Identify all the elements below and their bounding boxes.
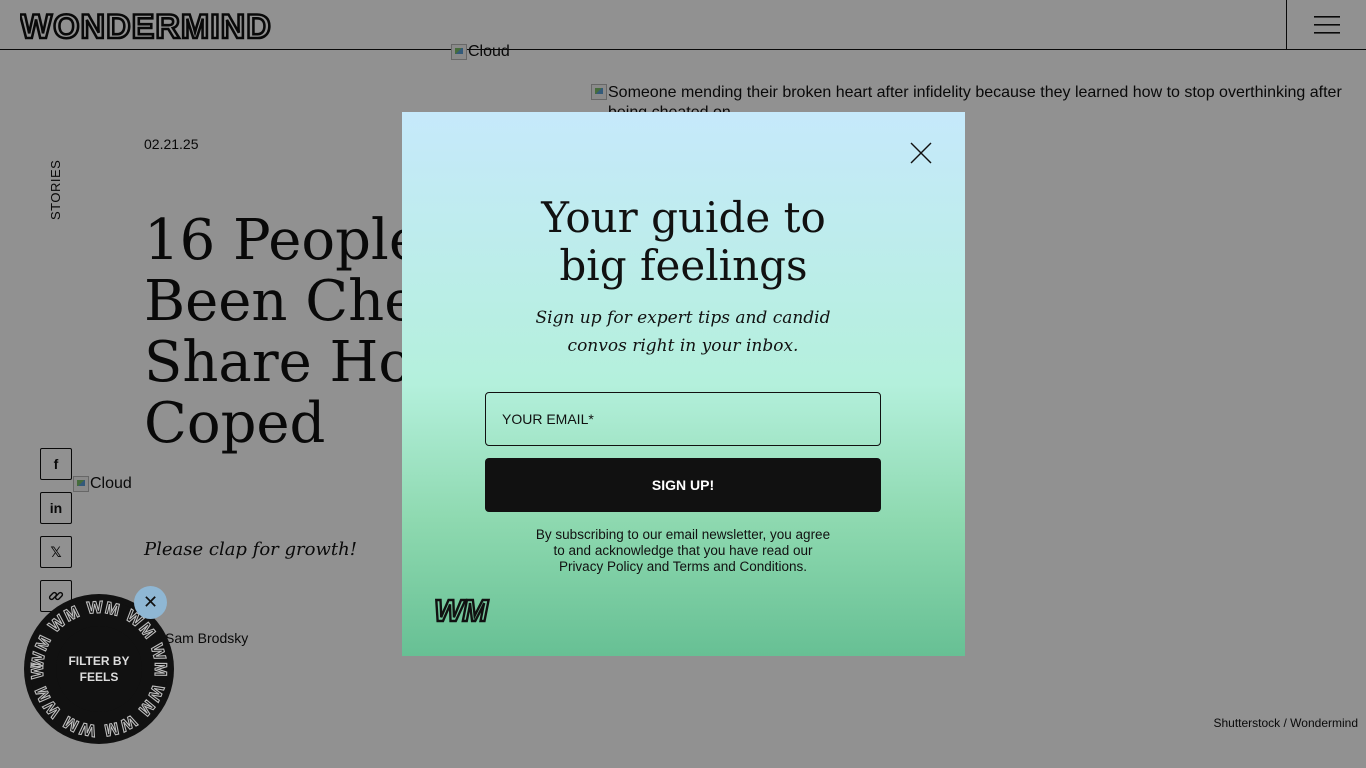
- legal-line: By subscribing to our email newsletter, …: [535, 527, 831, 542]
- modal-heading: Your guide to big feelings: [402, 194, 965, 290]
- filter-close-button[interactable]: ✕: [134, 586, 167, 619]
- modal-sub-line: Sign up for expert tips and candid: [535, 308, 831, 328]
- modal-sub-line: convos right in your inbox.: [567, 336, 799, 356]
- svg-text:WM: WM: [434, 596, 489, 624]
- modal-heading-line: big feelings: [559, 241, 808, 290]
- close-icon: [910, 142, 932, 164]
- close-icon: ✕: [142, 592, 159, 612]
- modal-close-button[interactable]: [907, 139, 935, 167]
- legal-line: to and acknowledge that you have read ou…: [553, 543, 813, 558]
- newsletter-modal: Your guide to big feelings Sign up for e…: [402, 112, 965, 656]
- modal-heading-line: Your guide to: [541, 193, 826, 242]
- legal-disclaimer: By subscribing to our email newsletter, …: [528, 527, 838, 575]
- legal-line[interactable]: Privacy Policy and Terms and Conditions.: [559, 559, 807, 574]
- modal-subheading: Sign up for expert tips and candid convo…: [533, 304, 833, 360]
- wm-logo: WM: [434, 596, 491, 624]
- email-input[interactable]: [485, 392, 881, 446]
- signup-button[interactable]: SIGN UP!: [485, 458, 881, 512]
- filter-label: FILTER BY FEELS: [68, 654, 130, 684]
